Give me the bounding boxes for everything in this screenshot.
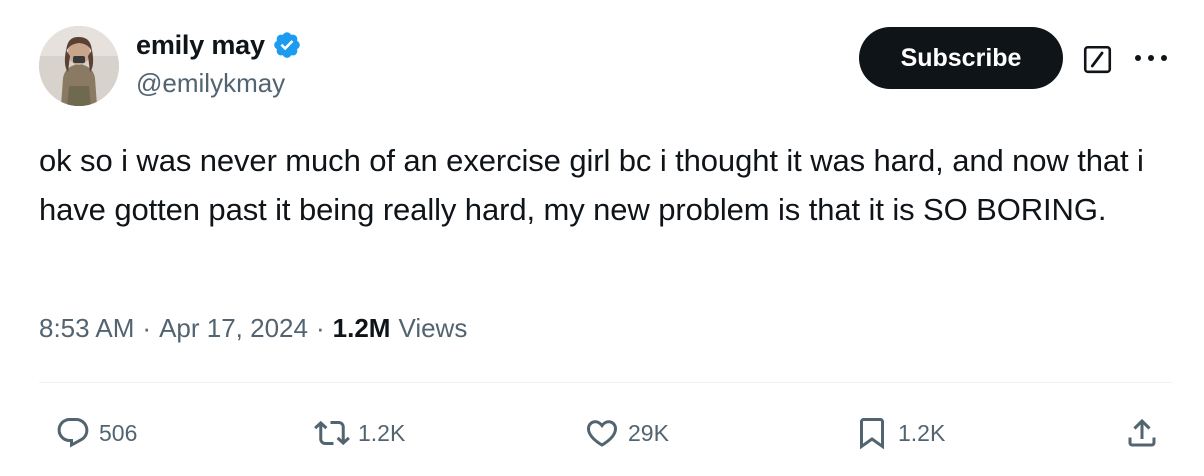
like-button[interactable]: 29K: [584, 408, 669, 458]
grok-icon[interactable]: [1082, 44, 1113, 75]
engagement-bar: 506 1.2K 29K 1.2K: [0, 408, 1204, 458]
reply-count: 506: [99, 419, 138, 446]
tweet-time[interactable]: 8:53 AM: [39, 313, 134, 344]
display-name[interactable]: emily may: [136, 30, 265, 61]
views-count[interactable]: 1.2M: [333, 313, 391, 344]
avatar[interactable]: [39, 26, 119, 106]
share-button[interactable]: [1124, 408, 1160, 458]
meta-separator: ·: [315, 313, 325, 343]
tweet-header: emily may @emilykmay Subscribe: [39, 26, 1174, 108]
repost-icon: [314, 420, 350, 446]
repost-count: 1.2K: [358, 419, 406, 446]
views-label: Views: [398, 313, 468, 343]
divider: [39, 382, 1172, 383]
bookmark-button[interactable]: 1.2K: [854, 408, 945, 458]
user-handle[interactable]: @emilykmay: [136, 68, 302, 99]
share-icon: [1128, 418, 1156, 447]
bookmark-icon: [860, 418, 884, 450]
reply-button[interactable]: 506: [55, 408, 137, 458]
tweet-date[interactable]: Apr 17, 2024: [159, 313, 308, 344]
more-icon[interactable]: [1131, 46, 1171, 70]
reply-icon: [57, 418, 89, 448]
tweet-metadata: 8:53 AM · Apr 17, 2024 · 1.2M Views: [39, 313, 467, 344]
subscribe-button[interactable]: Subscribe: [859, 27, 1063, 89]
heart-icon: [586, 420, 618, 447]
user-names: emily may @emilykmay: [136, 28, 302, 99]
display-name-row: emily may: [136, 28, 302, 62]
bookmark-count: 1.2K: [898, 419, 946, 446]
meta-separator: ·: [142, 313, 152, 343]
like-count: 29K: [628, 419, 669, 446]
tweet-text: ok so i was never much of an exercise gi…: [39, 143, 1144, 227]
avatar-photo: [39, 26, 119, 106]
repost-button[interactable]: 1.2K: [314, 408, 405, 458]
verified-badge-icon[interactable]: [272, 30, 302, 60]
